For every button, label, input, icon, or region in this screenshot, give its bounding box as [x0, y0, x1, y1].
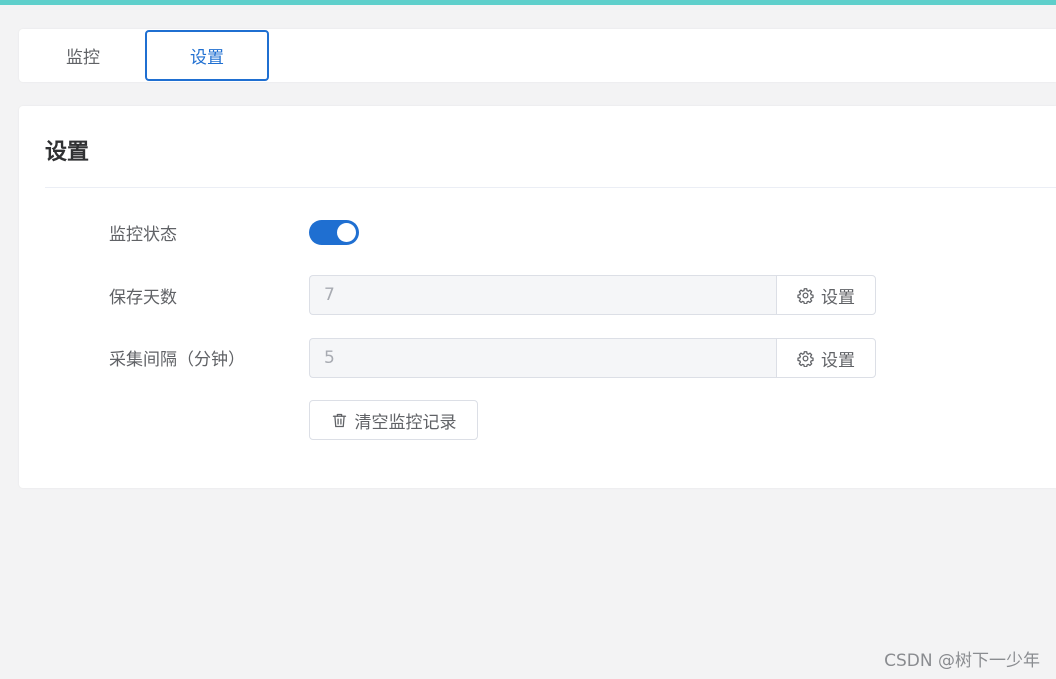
collect-interval-label: 采集间隔（分钟）: [109, 350, 245, 370]
toggle-knob: [337, 223, 356, 242]
collect-interval-input[interactable]: [309, 338, 776, 378]
trash-icon: [331, 412, 348, 429]
collect-interval-group: 设置: [309, 338, 876, 378]
monitor-status-toggle[interactable]: [309, 220, 359, 245]
monitor-status-label: 监控状态: [109, 225, 177, 245]
settings-panel: 设置 监控状态 保存天数 设置 采集间隔（分钟）: [19, 106, 1056, 488]
gear-icon: [797, 287, 814, 304]
top-accent-bar: [0, 0, 1056, 5]
collect-interval-set-label: 设置: [821, 350, 855, 371]
panel-title: 设置: [45, 140, 90, 165]
tab-settings[interactable]: 设置: [145, 30, 269, 81]
save-days-set-label: 设置: [821, 287, 855, 308]
save-days-input[interactable]: [309, 275, 776, 315]
save-days-label: 保存天数: [109, 288, 177, 308]
title-divider: [45, 187, 1056, 188]
save-days-group: 设置: [309, 275, 876, 315]
save-days-set-button[interactable]: 设置: [776, 275, 876, 315]
tab-bar: 监控 设置: [19, 29, 1056, 82]
watermark: CSDN @树下一少年: [884, 651, 1040, 671]
clear-records-label: 清空监控记录: [354, 412, 457, 433]
clear-records-button[interactable]: 清空监控记录: [309, 400, 478, 440]
gear-icon: [797, 350, 814, 367]
collect-interval-set-button[interactable]: 设置: [776, 338, 876, 378]
tab-monitor[interactable]: 监控: [21, 30, 145, 81]
